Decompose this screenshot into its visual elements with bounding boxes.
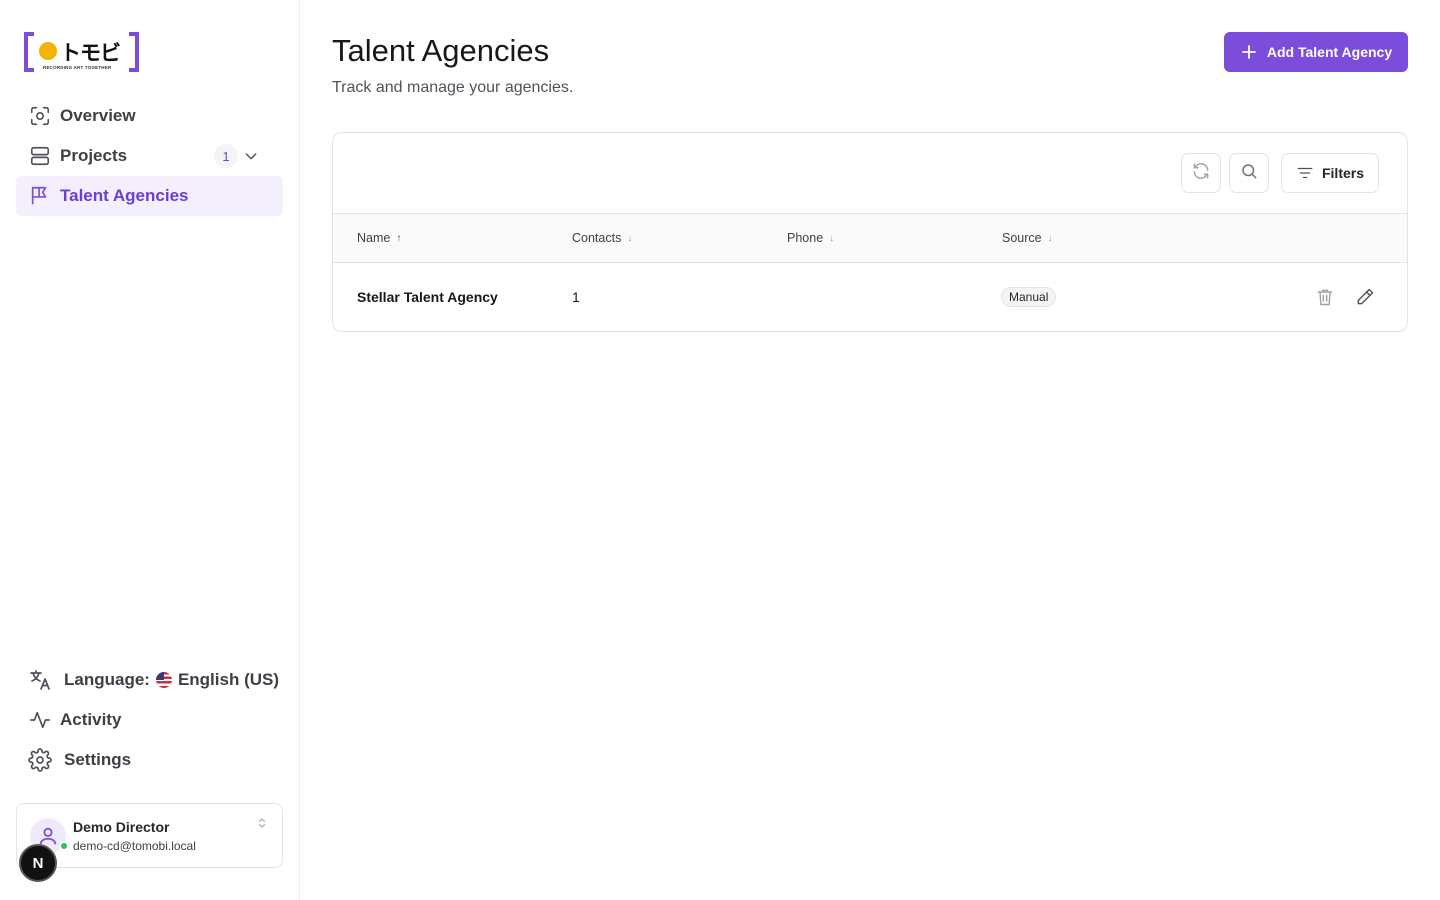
sort-descending-icon: ↓: [1047, 232, 1053, 244]
sort-descending-icon: ↓: [627, 232, 633, 244]
filters-button[interactable]: Filters: [1281, 153, 1379, 193]
agencies-table-card: Filters Name ↑ Contacts ↓ Phone ↓ Source…: [332, 132, 1408, 332]
language-label: Language:: [64, 670, 150, 689]
column-header-name[interactable]: Name ↑: [357, 231, 401, 245]
main-nav: Overview Projects 1 Talent Agencies: [16, 96, 283, 216]
filters-label: Filters: [1321, 165, 1364, 181]
filter-icon: [1297, 167, 1313, 179]
refresh-button[interactable]: [1181, 153, 1221, 193]
column-header-phone[interactable]: Phone ↓: [787, 231, 834, 245]
online-status-dot: [59, 841, 69, 851]
dev-tools-button[interactable]: N: [19, 844, 57, 882]
sidebar-item-talent-agencies[interactable]: Talent Agencies: [16, 176, 283, 216]
logo-tagline: RECORDING ART TOGETHER: [43, 65, 112, 70]
edit-button[interactable]: [1353, 285, 1377, 309]
user-name: Demo Director: [73, 819, 170, 835]
search-icon: [1240, 162, 1258, 185]
logo-dot: [39, 42, 57, 60]
tomobi-logo[interactable]: トモビ RECORDING ART TOGETHER: [24, 32, 139, 72]
translate-icon: [28, 668, 52, 692]
column-label: Source: [1002, 231, 1042, 245]
plus-icon: [1240, 43, 1258, 61]
column-label: Contacts: [572, 231, 622, 245]
language-value: English (US): [177, 670, 280, 689]
projects-count-badge: 1: [214, 144, 238, 168]
logo-bracket-left: [24, 32, 34, 72]
add-button-label: Add Talent Agency: [1266, 44, 1393, 60]
sort-ascending-icon: ↑: [396, 232, 402, 244]
sidebar-item-overview[interactable]: Overview: [16, 96, 283, 136]
us-flag-icon: [155, 672, 172, 688]
search-button[interactable]: [1229, 153, 1269, 193]
user-email: demo-cd@tomobi.local: [73, 839, 196, 853]
sidebar-item-settings[interactable]: Settings: [16, 740, 283, 780]
sidebar-item-label: Talent Agencies: [60, 186, 189, 205]
contacts-cell: 1: [572, 289, 580, 305]
column-header-source[interactable]: Source ↓: [1002, 231, 1053, 245]
main-content: Talent Agencies Track and manage your ag…: [300, 0, 1440, 900]
sidebar-item-label: Overview: [60, 106, 136, 125]
gear-icon: [28, 748, 52, 772]
trash-icon: [1317, 289, 1333, 306]
sidebar-item-label: Activity: [60, 710, 122, 729]
page-title: Talent Agencies: [332, 33, 550, 68]
chevron-down-icon[interactable]: [243, 148, 259, 169]
sidebar-item-label: Projects: [60, 146, 128, 165]
delete-button[interactable]: [1313, 285, 1337, 309]
flag-icon: [28, 184, 52, 208]
logo-text: トモビ: [60, 41, 121, 65]
sidebar-item-activity[interactable]: Activity: [16, 700, 283, 740]
logo-bracket-right: [129, 32, 139, 72]
language-selector[interactable]: Language: English (US): [16, 660, 283, 700]
refresh-icon: [1191, 161, 1211, 186]
column-label: Name: [357, 231, 391, 245]
column-label: Phone: [787, 231, 824, 245]
sidebar-item-projects[interactable]: Projects 1: [16, 136, 283, 176]
sidebar-item-label: Settings: [64, 750, 132, 769]
sort-descending-icon: ↓: [829, 232, 835, 244]
sidebar: トモビ RECORDING ART TOGETHER Overview Proj…: [0, 0, 300, 900]
agency-name-cell: Stellar Talent Agency: [357, 289, 498, 305]
overview-icon: [28, 104, 52, 128]
page-subtitle: Track and manage your agencies.: [332, 79, 574, 96]
chevrons-up-down-icon: [256, 816, 268, 835]
sidebar-bottom-nav: Language: English (US) Activity Settings: [16, 660, 283, 780]
table-header: Name ↑ Contacts ↓ Phone ↓ Source ↓: [333, 213, 1407, 263]
table-row[interactable]: Stellar Talent Agency 1 Manual: [333, 263, 1407, 331]
source-badge: Manual: [1001, 287, 1057, 307]
pencil-icon: [1357, 288, 1374, 305]
add-talent-agency-button[interactable]: Add Talent Agency: [1224, 32, 1408, 72]
activity-icon: [28, 708, 52, 732]
projects-icon: [28, 144, 52, 168]
column-header-contacts[interactable]: Contacts ↓: [572, 231, 632, 245]
